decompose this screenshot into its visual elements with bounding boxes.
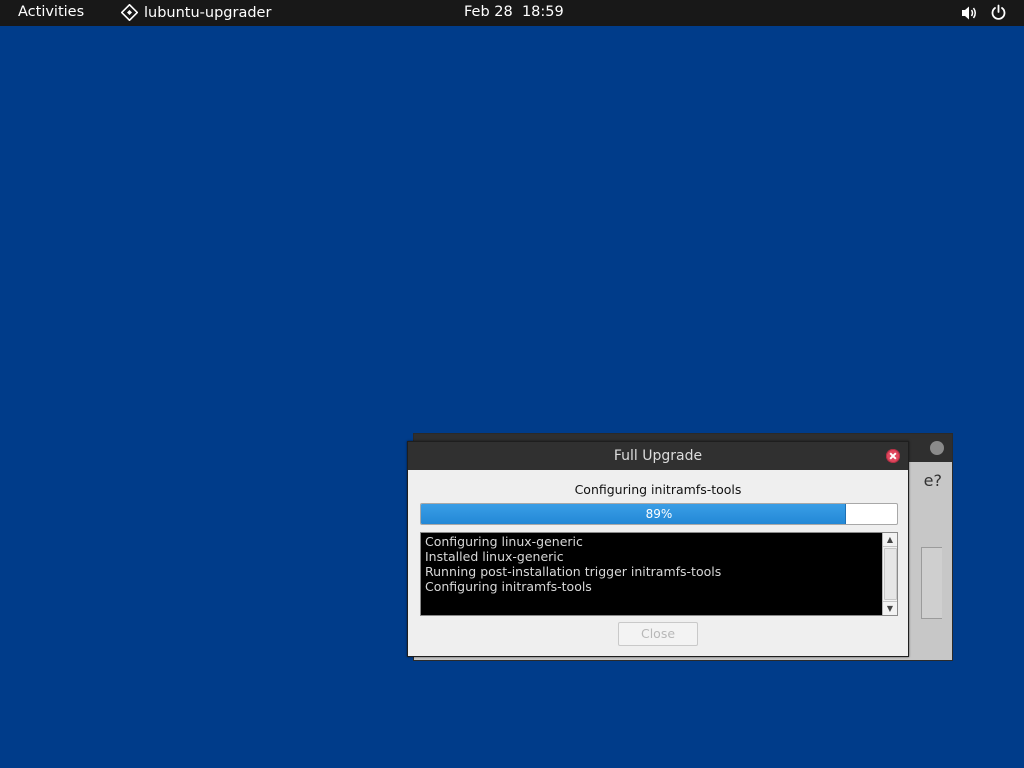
power-icon[interactable] bbox=[990, 4, 1007, 21]
background-dialog-box bbox=[921, 547, 942, 619]
activities-button[interactable]: Activities bbox=[18, 4, 84, 20]
scroll-thumb[interactable] bbox=[884, 548, 897, 600]
log-line: Configuring initramfs-tools bbox=[425, 579, 592, 594]
close-icon[interactable] bbox=[886, 449, 900, 463]
clock[interactable]: Feb 28 18:59 bbox=[464, 4, 564, 20]
status-text: Configuring initramfs-tools bbox=[574, 482, 742, 497]
log-line: Running post-installation trigger initra… bbox=[425, 564, 722, 579]
diamond-app-icon bbox=[121, 4, 138, 21]
log-scrollbar[interactable]: ▲ ▼ bbox=[882, 533, 897, 615]
clock-time: 18:59 bbox=[521, 4, 564, 20]
full-upgrade-dialog: Full Upgrade Configuring initramfs-tools… bbox=[407, 441, 909, 657]
app-menu[interactable]: lubuntu-upgrader bbox=[121, 4, 271, 21]
scroll-down-arrow-icon[interactable]: ▼ bbox=[883, 601, 897, 615]
top-panel: Activities lubuntu-upgrader Feb 28 18:59 bbox=[0, 0, 1024, 26]
progress-bar: 89% bbox=[420, 503, 898, 525]
log-output[interactable]: Configuring linux-generic Installed linu… bbox=[420, 532, 898, 616]
clock-date: Feb 28 bbox=[464, 4, 513, 20]
speaker-icon[interactable] bbox=[961, 5, 979, 21]
log-line: Configuring linux-generic bbox=[425, 534, 583, 549]
progress-label: 89% bbox=[645, 507, 673, 521]
log-line: Installed linux-generic bbox=[425, 549, 564, 564]
background-close-icon[interactable] bbox=[930, 441, 944, 455]
dialog-titlebar[interactable]: Full Upgrade bbox=[408, 442, 908, 470]
dialog-title: Full Upgrade bbox=[613, 448, 703, 464]
app-name: lubuntu-upgrader bbox=[144, 4, 272, 21]
log-lines: Configuring linux-generic Installed linu… bbox=[425, 534, 721, 594]
scroll-up-arrow-icon[interactable]: ▲ bbox=[883, 533, 897, 547]
background-dialog-text: e? bbox=[923, 471, 942, 490]
close-button[interactable]: Close bbox=[618, 622, 698, 646]
